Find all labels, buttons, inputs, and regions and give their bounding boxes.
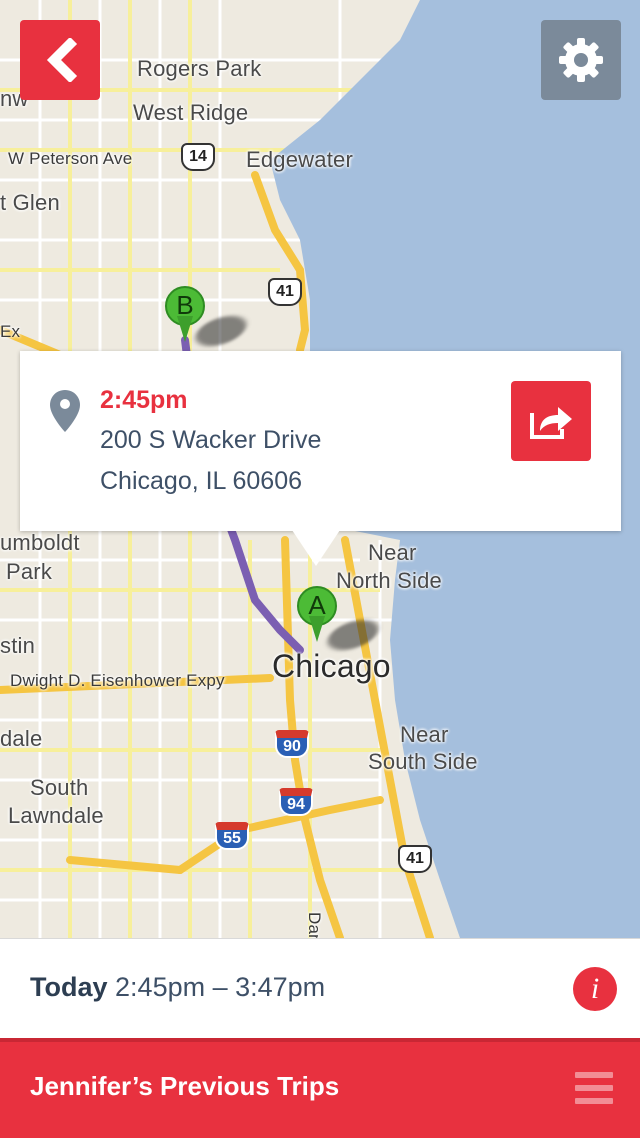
map-label-peterson: W Peterson Ave [8, 149, 133, 168]
gear-icon [559, 38, 603, 82]
popup-address-line1: 200 S Wacker Drive [100, 426, 322, 454]
trip-time-range: Today 2:45pm – 3:47pm [30, 972, 325, 1003]
map-label-near-south-1: Near [400, 722, 449, 747]
map-label-south-lawndale-1: South [30, 775, 89, 800]
map-label-near-north-1: Near [368, 540, 417, 565]
route-41-south-shield: 41 [398, 845, 432, 873]
chevron-left-icon [46, 38, 78, 82]
interstate-55-shield: 55 [215, 822, 249, 850]
share-button[interactable] [511, 381, 591, 461]
map-label-rogers-park: Rogers Park [137, 56, 262, 81]
menu-line [575, 1098, 613, 1104]
map-label-edgewater: Edgewater [246, 147, 353, 172]
map-label-eisenhower: Dwight D. Eisenhower Expy [10, 671, 225, 690]
map-label-near-north-2: North Side [336, 568, 442, 593]
pin-b-letter: B [176, 290, 194, 320]
popup-time: 2:45pm [100, 386, 188, 414]
map-label-dan: Dan [305, 912, 324, 938]
map-label-near-south-2: South Side [368, 749, 478, 774]
map-pin-a[interactable]: A [297, 586, 337, 642]
pin-a-letter: A [308, 590, 326, 620]
share-icon [530, 407, 572, 439]
route-41-shield: 41 [268, 278, 302, 306]
map-label-chicago: Chicago [272, 648, 391, 684]
map-label-humboldt: umboldt [0, 530, 80, 555]
interstate-94-shield: 94 [279, 788, 313, 816]
previous-trips-title: Jennifer’s Previous Trips [30, 1071, 340, 1101]
map-label-ex: Ex [0, 322, 21, 341]
settings-button[interactable] [541, 20, 621, 100]
map-label-park: Park [6, 559, 53, 584]
hamburger-menu-icon[interactable] [575, 1072, 613, 1104]
interstate-90-shield: 90 [275, 730, 309, 758]
back-button[interactable] [20, 20, 100, 100]
location-pin-icon [50, 390, 80, 432]
map-label-west-ridge: West Ridge [133, 100, 249, 125]
map-label-dale: dale [0, 726, 43, 751]
route-14-shield: 14 [181, 143, 215, 171]
map-pin-b[interactable]: B [165, 286, 205, 342]
popup-address-line2: Chicago, IL 60606 [100, 467, 303, 495]
menu-line [575, 1085, 613, 1091]
menu-line [575, 1072, 613, 1078]
info-button[interactable]: i [573, 967, 617, 1011]
map-label-austin: stin [0, 633, 36, 658]
map-label-south-lawndale-2: Lawndale [8, 803, 104, 828]
trip-range: 2:45pm – 3:47pm [115, 972, 326, 1002]
trip-day: Today [30, 972, 108, 1002]
popup-pointer [292, 530, 340, 566]
map-label-glen: t Glen [0, 190, 60, 215]
